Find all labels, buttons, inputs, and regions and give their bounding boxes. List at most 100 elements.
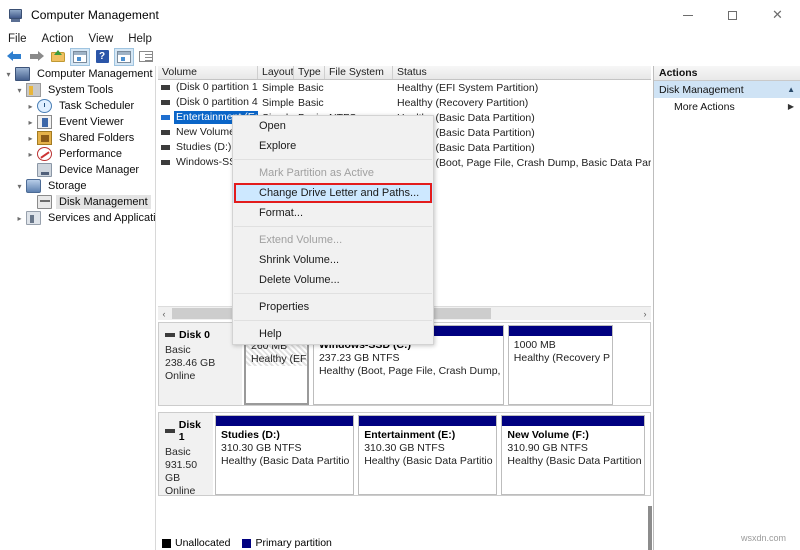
- system-tools-icon: [26, 83, 41, 97]
- context-menu-item-format[interactable]: Format...: [233, 203, 433, 223]
- disk-name-label: Disk 1: [178, 419, 201, 443]
- menu-file[interactable]: File: [8, 32, 36, 46]
- computer-management-window: Computer Management ✕ File Action View H…: [0, 0, 800, 550]
- menu-help[interactable]: Help: [128, 32, 161, 46]
- disk-state-label: Online: [165, 370, 196, 382]
- properties-list-icon[interactable]: [136, 48, 156, 66]
- partition-status-label: Healthy (EFI Sy:: [251, 353, 307, 365]
- disk-title: Disk 0: [165, 329, 238, 341]
- sidebar-item-label: Storage: [48, 180, 87, 192]
- expand-chevron-icon[interactable]: [24, 134, 37, 143]
- close-button[interactable]: ✕: [755, 0, 800, 30]
- partition-color-bar: [215, 416, 354, 426]
- window-title: Computer Management: [31, 8, 159, 22]
- column-header-status[interactable]: Status: [393, 66, 651, 79]
- volume-cell-type: Basic: [298, 96, 324, 109]
- storage-icon: [26, 179, 41, 193]
- sidebar-item-label: Services and Applications: [48, 212, 156, 224]
- expand-chevron-icon[interactable]: [24, 102, 37, 111]
- show-hide-console-tree-icon[interactable]: [70, 47, 90, 66]
- sidebar-item-label: Disk Management: [56, 195, 151, 209]
- collapse-chevron-icon[interactable]: ▲: [787, 85, 795, 94]
- column-header-file-system[interactable]: File System: [325, 66, 393, 79]
- volume-row[interactable]: (Disk 0 partition 4) Simple Basic Healthy (…: [158, 95, 651, 110]
- forward-icon[interactable]: [26, 48, 46, 66]
- context-menu-item-open[interactable]: Open: [233, 116, 433, 136]
- sidebar-item-computer-management-local[interactable]: Computer Management (Local): [0, 66, 155, 82]
- context-menu-item-label: Open: [259, 120, 286, 132]
- sidebar-item-label: Performance: [59, 148, 122, 160]
- pane-splitter[interactable]: [648, 506, 652, 550]
- disk-size-label: 238.46 GB: [165, 357, 216, 369]
- services-icon: [26, 211, 41, 225]
- submenu-chevron-icon[interactable]: ▶: [788, 102, 794, 111]
- up-one-level-icon[interactable]: [48, 48, 68, 66]
- expand-chevron-icon[interactable]: [2, 70, 15, 79]
- context-menu-item-explore[interactable]: Explore: [233, 136, 433, 156]
- show-hide-action-pane-icon[interactable]: [114, 47, 134, 66]
- disk-block[interactable]: Disk 1 Basic 931.50 GB Online Studies (D:) 31…: [158, 412, 651, 497]
- sidebar-item-services-and-applications[interactable]: Services and Applications: [0, 210, 155, 226]
- maximize-button[interactable]: [710, 0, 755, 30]
- context-menu-item-label: Properties: [259, 301, 310, 313]
- actions-item-more-actions[interactable]: More Actions ▶: [654, 98, 800, 115]
- volume-context-menu[interactable]: Open Explore Mark Partition as Active Chang…: [232, 115, 434, 345]
- sidebar-item-performance[interactable]: Performance: [0, 146, 155, 162]
- context-menu-item-delete-volume[interactable]: Delete Volume...: [233, 270, 433, 290]
- volume-row[interactable]: (Disk 0 partition 1) Simple Basic Healthy (…: [158, 80, 651, 95]
- partition-size-label: 237.23 GB NTFS: [318, 352, 400, 364]
- volume-cell-status: Healthy (Recovery Partition): [397, 96, 529, 109]
- console-tree[interactable]: Computer Management (Local) System Tools T…: [0, 66, 156, 550]
- back-icon[interactable]: [4, 48, 24, 66]
- menu-view[interactable]: View: [89, 32, 123, 46]
- disk-management-icon: [37, 195, 52, 209]
- partition-color-bar: [359, 416, 497, 426]
- toolbar: ?: [0, 47, 800, 66]
- disk-info-panel[interactable]: Disk 0 Basic 238.46 GB Online: [158, 322, 242, 406]
- expand-chevron-icon[interactable]: [24, 150, 37, 159]
- sidebar-item-system-tools[interactable]: System Tools: [0, 82, 155, 98]
- scroll-right-icon[interactable]: ›: [639, 309, 651, 319]
- column-header-layout[interactable]: Layout: [258, 66, 294, 79]
- sidebar-item-storage[interactable]: Storage: [0, 178, 155, 194]
- context-menu-item-properties[interactable]: Properties: [233, 297, 433, 317]
- sidebar-item-event-viewer[interactable]: Event Viewer: [0, 114, 155, 130]
- sidebar-item-disk-management[interactable]: Disk Management: [0, 194, 155, 210]
- disk-state-label: Online: [165, 485, 196, 497]
- sidebar-item-device-manager[interactable]: Device Manager: [0, 162, 155, 178]
- actions-group-disk-management[interactable]: Disk Management ▲: [654, 81, 800, 98]
- volume-bullet-icon: [161, 145, 170, 150]
- context-menu-separator: [234, 320, 432, 321]
- disk-info-panel[interactable]: Disk 1 Basic 931.50 GB Online: [158, 412, 213, 497]
- partition-name-label: Entertainment (E:): [364, 429, 456, 441]
- sidebar-item-task-scheduler[interactable]: Task Scheduler: [0, 98, 155, 114]
- column-header-type[interactable]: Type: [294, 66, 325, 79]
- computer-icon: [15, 67, 30, 81]
- device-manager-icon: [37, 163, 52, 177]
- column-header-volume[interactable]: Volume: [158, 66, 258, 79]
- sidebar-item-shared-folders[interactable]: Shared Folders: [0, 130, 155, 146]
- partition-block[interactable]: New Volume (F:) 310.90 GB NTFS Healthy (Ba…: [501, 415, 645, 495]
- minimize-button[interactable]: [665, 0, 710, 30]
- expand-chevron-icon[interactable]: [13, 182, 26, 191]
- context-menu-item-shrink-volume[interactable]: Shrink Volume...: [233, 250, 433, 270]
- context-menu-item-label: Change Drive Letter and Paths...: [259, 187, 420, 199]
- partition-block[interactable]: 1000 MB Healthy (Recovery P: [507, 325, 614, 405]
- sidebar-item-label: System Tools: [48, 84, 114, 96]
- help-icon[interactable]: ?: [92, 48, 112, 66]
- scroll-left-icon[interactable]: ‹: [158, 309, 170, 319]
- disk-title: Disk 1: [165, 419, 209, 443]
- context-menu-separator: [234, 293, 432, 294]
- partition-block[interactable]: Entertainment (E:) 310.30 GB NTFS Healthy …: [358, 415, 498, 495]
- disk-graphical-view[interactable]: Disk 0 Basic 238.46 GB Online 260 MB Healthy …: [158, 322, 651, 534]
- expand-chevron-icon[interactable]: [13, 214, 26, 223]
- sidebar-item-label: Computer Management (Local): [37, 68, 155, 80]
- expand-chevron-icon[interactable]: [24, 118, 37, 127]
- partition-block[interactable]: Studies (D:) 310.30 GB NTFS Healthy (Basic…: [214, 415, 355, 495]
- menu-action[interactable]: Action: [42, 32, 83, 46]
- event-viewer-icon: [37, 115, 52, 129]
- expand-chevron-icon[interactable]: [13, 86, 26, 95]
- context-menu-item-change-drive-letter-and-paths[interactable]: Change Drive Letter and Paths...: [233, 183, 433, 203]
- partition-size-label: 310.30 GB NTFS: [220, 442, 302, 454]
- context-menu-item-help[interactable]: Help: [233, 324, 433, 344]
